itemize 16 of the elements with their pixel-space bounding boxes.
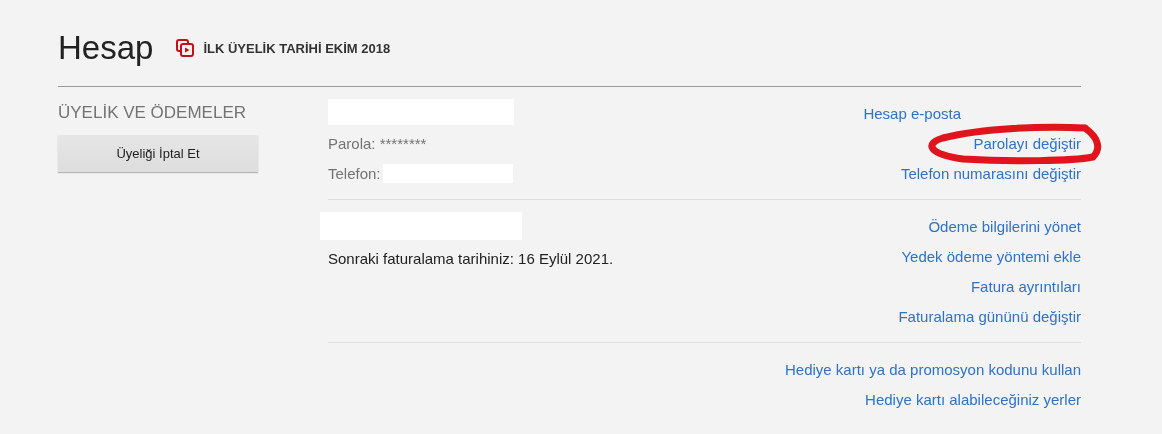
info-text: Sonraki faturalama tarihiniz: 16 Eylül 2021. (328, 249, 614, 267)
member-since: İLK ÜYELİK TARİHİ EKİM 2018 (203, 40, 391, 56)
account-link[interactable]: Hesap e-posta (863, 105, 961, 123)
info-text: Parola: ******** (328, 134, 427, 152)
info-label: Telefon: (328, 164, 381, 182)
account-link[interactable]: Faturalama gününü değiştir (898, 308, 1081, 326)
membership-icon (175, 38, 196, 58)
account-link[interactable]: Telefon numarasını değiştir (900, 165, 1081, 183)
account-link[interactable]: Hediye kartı ya da promosyon kodunu kullan (785, 361, 1081, 379)
account-link[interactable]: Hediye kartı alabileceğiniz yerler (865, 391, 1081, 409)
account-link[interactable]: Ödeme bilgilerini yönet (928, 218, 1081, 236)
page-title: Hesap (58, 29, 154, 67)
account-link[interactable]: Yedek ödeme yöntemi ekle (901, 248, 1081, 266)
cancel-membership-button[interactable]: Üyeliği İptal Et (58, 135, 258, 172)
section-heading: ÜYELİK VE ÖDEMELER (58, 103, 247, 123)
account-link[interactable]: Fatura ayrıntıları (970, 278, 1081, 296)
